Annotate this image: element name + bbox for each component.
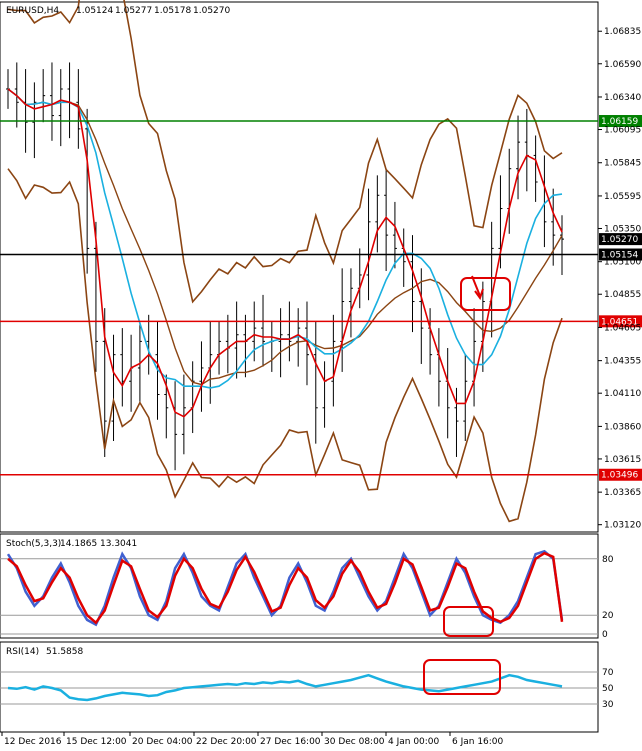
- level-label: 1.03496: [601, 471, 638, 481]
- price-tick-label: 1.03120: [604, 521, 641, 531]
- time-tick-label: 27 Dec 16:00: [260, 737, 321, 747]
- price-tick-label: 1.06095: [604, 126, 641, 136]
- indicator-level-label: 30: [602, 700, 614, 710]
- price-tick-label: 1.04110: [604, 389, 641, 399]
- rsi-panel: [0, 641, 599, 733]
- current-price-label: 1.05270: [601, 235, 638, 245]
- price-tick-label: 1.05595: [604, 192, 641, 202]
- time-tick-label: 22 Dec 20:00: [196, 737, 257, 747]
- price-tick-label: 1.03615: [604, 455, 641, 465]
- price-panel: [0, 1, 599, 533]
- price-tick-label: 1.03860: [604, 422, 641, 432]
- price-tick-label: 1.05350: [604, 224, 641, 234]
- stochastic-title: Stoch(5,3,3): [6, 539, 61, 549]
- time-tick-label: 12 Dec 2016: [4, 737, 62, 747]
- ohlc-close: 1.05270: [193, 6, 230, 16]
- rsi-value: 51.5858: [46, 647, 83, 657]
- price-tick-label: 1.05100: [604, 258, 641, 268]
- price-tick-label: 1.04605: [604, 323, 641, 333]
- stochastic-main-value: 14.1865: [60, 539, 97, 549]
- stochastic-signal-value: 13.3041: [100, 539, 137, 549]
- price-tick-label: 1.06835: [604, 27, 641, 37]
- indicator-level-label: 50: [602, 684, 614, 694]
- price-tick-label: 1.06340: [604, 93, 641, 103]
- time-tick-label: 6 Jan 16:00: [452, 737, 504, 747]
- price-tick-label: 1.03365: [604, 488, 641, 498]
- price-tick-label: 1.04855: [604, 290, 641, 300]
- price-tick-label: 1.05845: [604, 159, 641, 169]
- candlestick-chart[interactable]: 1.061591.051541.046511.034961.05270 1.06…: [0, 0, 642, 751]
- ohlc-open: 1.05124: [76, 6, 113, 16]
- symbol-header: EURUSD,H4: [6, 6, 59, 16]
- time-tick-label: 30 Dec 08:00: [324, 737, 385, 747]
- time-tick-label: 20 Dec 04:00: [132, 737, 193, 747]
- indicator-level-label: 20: [602, 611, 614, 621]
- price-tick-label: 1.06590: [604, 60, 641, 70]
- ohlc-low: 1.05178: [154, 6, 191, 16]
- rsi-title: RSI(14): [6, 647, 39, 657]
- time-tick-label: 15 Dec 12:00: [66, 737, 127, 747]
- time-tick-label: 4 Jan 00:00: [388, 737, 440, 747]
- price-tick-label: 1.04355: [604, 357, 641, 367]
- indicator-level-label: 80: [602, 555, 614, 565]
- time-axis: 12 Dec 2016 15 Dec 12:00 20 Dec 04:00 22 De…: [1, 732, 504, 747]
- ohlc-high: 1.05277: [115, 6, 152, 16]
- indicator-level-label: 0: [602, 630, 608, 640]
- price-axis: 1.06835 1.06590 1.06340 1.06095 1.05845 1.055…: [598, 27, 641, 531]
- indicator-level-label: 70: [602, 668, 614, 678]
